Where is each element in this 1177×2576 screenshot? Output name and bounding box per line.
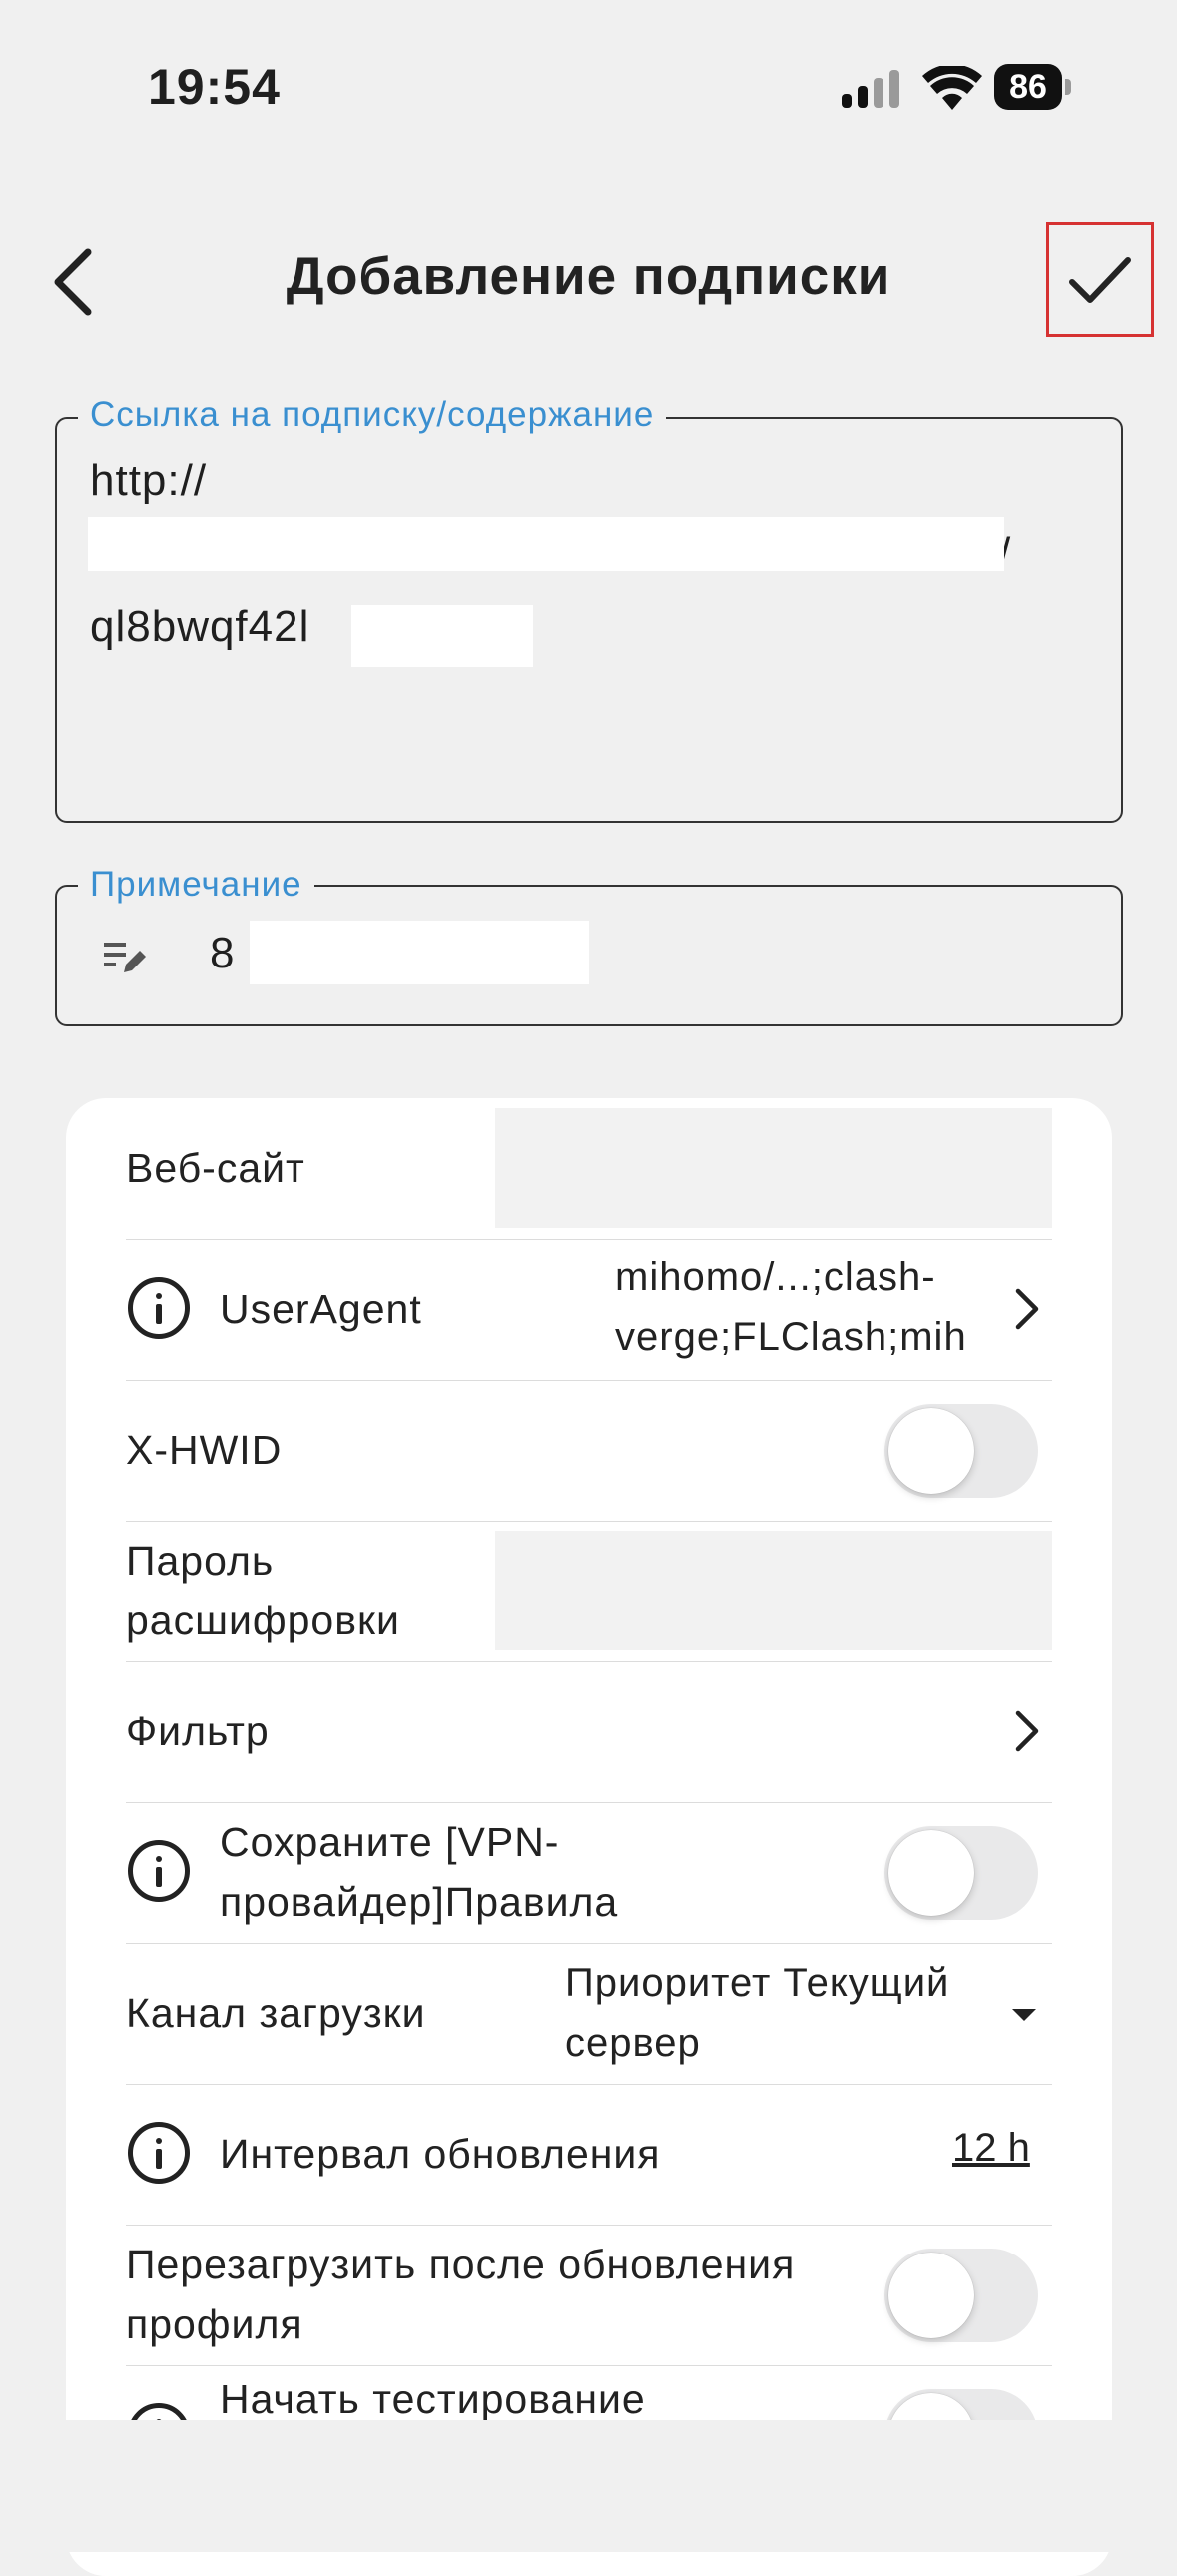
download-channel-value: Приоритет Текущий: [565, 1961, 950, 2005]
user-agent-value: mihomo/...;clash- verge;FLClash;mih: [615, 1255, 967, 1359]
wifi-icon: [922, 66, 982, 110]
website-label: Веб-сайт: [126, 1145, 305, 1191]
chevron-right-icon: [1015, 1710, 1039, 1752]
save-rules-label-2: провайдер]Правила: [220, 1879, 619, 1925]
note-label: Примечание: [78, 865, 314, 905]
restart-after-update-label-2: профиля: [126, 2301, 303, 2347]
battery-icon: 86: [994, 64, 1074, 110]
save-rules-toggle[interactable]: [884, 1826, 1038, 1920]
redacted-mask: [351, 605, 533, 667]
user-agent-row[interactable]: UserAgent mihomo/...;clash- verge;FLClas…: [126, 1239, 1052, 1381]
note-value[interactable]: 8: [210, 929, 235, 978]
save-button[interactable]: [1046, 222, 1154, 337]
decrypt-password-input[interactable]: [495, 1531, 1052, 1650]
update-interval-label: Интервал обновления: [220, 2131, 661, 2177]
page-title: Добавление подписки: [286, 247, 891, 306]
redacted-mask: [250, 921, 589, 984]
redacted-mask: [88, 517, 1004, 571]
url-line-1: http://: [90, 456, 208, 505]
x-hwid-row: X-HWID: [126, 1380, 1052, 1522]
user-agent-label: UserAgent: [220, 1286, 422, 1332]
subscription-url-label: Ссылка на подписку/содержание: [78, 395, 667, 435]
restart-after-update-row: Перезагрузить после обновления профиля: [126, 2225, 1052, 2366]
save-rules-label: Сохраните [VPN-: [220, 1819, 560, 1865]
info-icon[interactable]: [128, 2122, 190, 2184]
info-icon[interactable]: [128, 1840, 190, 1902]
download-channel-value-2: сервер: [565, 2021, 701, 2065]
dropdown-arrow-icon: [1012, 2009, 1036, 2021]
cellular-signal-icon: [842, 70, 899, 108]
filter-row[interactable]: Фильтр: [126, 1661, 1052, 1803]
decrypt-password-label: Пароль: [126, 1538, 275, 1584]
x-hwid-label: X-HWID: [126, 1427, 283, 1473]
info-icon[interactable]: [128, 1277, 190, 1339]
battery-level: 86: [994, 64, 1062, 110]
website-row: Веб-сайт: [126, 1098, 1052, 1240]
filter-label: Фильтр: [126, 1708, 270, 1754]
save-rules-row: Сохраните [VPN- провайдер]Правила: [126, 1802, 1052, 1944]
edit-note-icon: [104, 943, 146, 972]
url-line-3: ql8bwqf42l: [90, 602, 310, 651]
download-channel-row[interactable]: Канал загрузки Приоритет Текущий сервер: [126, 1943, 1052, 2085]
status-time: 19:54: [148, 59, 281, 115]
decrypt-password-label-2: расшифровки: [126, 1598, 400, 1643]
bottom-area: [0, 2420, 1177, 2552]
chevron-right-icon: [1015, 1288, 1039, 1330]
check-icon: [1069, 257, 1131, 303]
restart-after-update-label: Перезагрузить после обновления: [126, 2242, 796, 2287]
decrypt-password-row: Пароль расшифровки: [126, 1521, 1052, 1662]
update-interval-value[interactable]: 12 h: [952, 2126, 1030, 2171]
update-interval-row: Интервал обновления 12 h: [126, 2084, 1052, 2226]
x-hwid-toggle[interactable]: [884, 1404, 1038, 1498]
website-input[interactable]: [495, 1108, 1052, 1228]
download-channel-label: Канал загрузки: [126, 1990, 426, 2036]
restart-after-update-toggle[interactable]: [884, 2249, 1038, 2342]
